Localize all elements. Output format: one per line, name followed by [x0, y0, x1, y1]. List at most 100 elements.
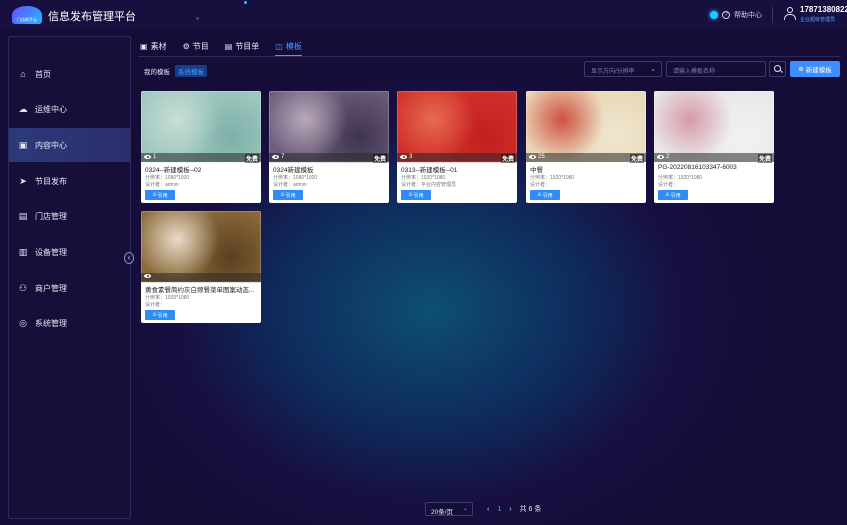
total-count: 共 6 条	[519, 506, 542, 513]
question-icon: ?	[722, 11, 730, 19]
template-thumbnail[interactable]	[397, 91, 517, 162]
free-badge: 免费	[757, 154, 772, 163]
tab-playlist[interactable]: ▤ 节目单	[225, 36, 260, 56]
new-template-button[interactable]: ⊕ 新建模板	[790, 61, 840, 77]
quote-icon: ⊙	[152, 192, 157, 198]
sidebar-item-home[interactable]: ⌂ 首页	[9, 57, 130, 91]
template-thumbnail[interactable]	[654, 91, 774, 162]
next-page-button[interactable]: ›	[509, 506, 511, 513]
use-template-button[interactable]: ⊙ 引用	[530, 190, 560, 200]
settings-icon: ◎	[19, 318, 27, 328]
sidebar-item-system[interactable]: ◎ 系统管理	[9, 306, 130, 340]
resolution-line: 分辨率：1080*1920	[273, 174, 317, 181]
user-phone[interactable]: 17871380822	[800, 5, 847, 14]
tab-program[interactable]: ⚙ 节目	[183, 36, 209, 56]
view-count: 3	[409, 154, 413, 160]
search-button[interactable]	[769, 61, 786, 77]
resolution-line: 分辨率：1920*1080	[401, 174, 445, 181]
template-card[interactable]: 黄食素餐简约灰白频餐菜单图案动态... 分辨率：1920*1080 设计者： ⊙…	[141, 211, 261, 323]
template-name: 0324--新建模板--02	[145, 167, 202, 174]
subtab-my-templates[interactable]: 我的模板	[144, 66, 170, 76]
sidebar-collapse-button[interactable]: ‹	[124, 252, 134, 264]
eye-icon	[272, 155, 279, 159]
quote-icon: ⊙	[537, 192, 542, 198]
subtab-system-templates[interactable]: 系统模板	[175, 65, 207, 77]
sidebar-item-publish[interactable]: ➤ 节目发布	[9, 164, 130, 198]
template-card[interactable]: 3 免费 0313--新建模板--01 分辨率：1920*1080 设计者：平台…	[397, 91, 517, 203]
free-badge: 免费	[372, 154, 387, 163]
use-template-button[interactable]: ⊙ 引用	[145, 190, 175, 200]
sidebar-item-label: 节目发布	[35, 176, 67, 186]
quote-icon: ⊙	[152, 312, 157, 318]
designer-line: 设计者：	[145, 301, 165, 308]
page-size-select[interactable]: 20条/页 ⌄	[425, 502, 473, 516]
template-card[interactable]: 2 免费 PG-20220816103347-6003 分辨率：1920*108…	[654, 91, 774, 203]
template-search-input[interactable]: 请输入模板名称	[666, 61, 766, 77]
resolution-line: 分辨率：1920*1080	[145, 294, 189, 301]
page-number[interactable]: 1	[497, 506, 501, 513]
sidebar-item-ops[interactable]: ☁ 运维中心	[9, 92, 130, 126]
resolution-line: 分辨率：1920*1080	[530, 174, 574, 181]
thumbnail-overlay	[141, 273, 261, 282]
sidebar-item-label: 系统管理	[35, 318, 67, 328]
designer-line: 设计者：	[658, 181, 678, 188]
tab-label: 模板	[285, 41, 302, 51]
template-thumbnail[interactable]	[269, 91, 389, 162]
sidebar-item-device[interactable]: ▥ 设备管理	[9, 235, 130, 269]
use-template-button[interactable]: ⊙ 引用	[401, 190, 431, 200]
template-card[interactable]: 1 免费 0324--新建模板--02 分辨率：1080*1920 设计者：ad…	[141, 91, 261, 203]
thumbnail-overlay	[654, 153, 774, 162]
resolution-value: 1920*1080	[165, 295, 190, 301]
template-thumbnail[interactable]	[141, 211, 261, 282]
pagination: 20条/页 ⌄ ‹ 1 › 共 6 条	[425, 502, 541, 516]
sidebar-item-label: 商户管理	[35, 283, 67, 293]
sidebar: ⌂ 首页 ☁ 运维中心 ▣ 内容中心 ➤ 节目发布 ▤ 门店管理 ▥ 设备管理 …	[8, 36, 131, 519]
sidebar-item-label: 门店管理	[35, 211, 67, 221]
view-count: 25	[538, 154, 545, 160]
tab-label: 节目单	[235, 41, 260, 51]
program-icon: ⚙	[182, 41, 190, 51]
prev-page-button[interactable]: ‹	[487, 506, 489, 513]
resolution-line: 分辨率：1080*1920	[145, 174, 189, 181]
decor-dot	[196, 17, 199, 20]
designer-line: 设计者：admin	[145, 181, 179, 188]
tab-template[interactable]: ◫ 模板	[275, 36, 302, 56]
template-thumbnail[interactable]	[141, 91, 261, 162]
sidebar-item-content[interactable]: ▣ 内容中心	[9, 128, 130, 162]
sidebar-item-merchant[interactable]: ⚇ 商户管理	[9, 271, 130, 305]
sidebar-item-label: 首页	[35, 69, 51, 79]
designer-label: 设计者：	[273, 182, 294, 188]
template-card[interactable]: 7 免费 0324新建模板 分辨率：1080*1920 设计者：admin ⊙ 引…	[269, 91, 389, 203]
free-badge: 免费	[500, 154, 515, 163]
user-icon[interactable]	[784, 7, 796, 21]
divider	[772, 7, 773, 23]
use-template-button[interactable]: ⊙ 引用	[658, 190, 688, 200]
sidebar-item-label: 设备管理	[35, 247, 67, 257]
designer-value: admin	[293, 182, 307, 188]
send-icon: ➤	[19, 176, 27, 186]
playlist-icon: ▤	[224, 41, 233, 51]
use-template-button[interactable]: ⊙ 引用	[145, 310, 175, 320]
views-counter: 25	[529, 154, 545, 160]
tab-material[interactable]: ▣ 素材	[140, 36, 167, 56]
view-count: 2	[666, 154, 670, 160]
use-template-button[interactable]: ⊙ 引用	[273, 190, 303, 200]
quote-icon: ⊙	[665, 192, 670, 198]
help-label: 帮助中心	[734, 12, 762, 19]
template-name: 0313--新建模板--01	[401, 167, 458, 174]
views-counter	[144, 274, 153, 278]
template-card[interactable]: 25 免费 中餐 分辨率：1920*1080 设计者： ⊙ 引用	[526, 91, 646, 203]
sidebar-item-label: 内容中心	[35, 140, 67, 150]
sidebar-item-store[interactable]: ▤ 门店管理	[9, 199, 130, 233]
free-badge: 免费	[244, 154, 259, 163]
direction-resolution-select[interactable]: 显示方向/分辨率 ⌄	[584, 61, 662, 77]
template-thumbnail[interactable]	[526, 91, 646, 162]
app-logo: 门店助手云	[12, 6, 42, 24]
free-badge: 免费	[629, 154, 644, 163]
help-center-link[interactable]: ? 帮助中心	[710, 10, 762, 20]
eye-icon	[657, 155, 664, 159]
use-label: 引用	[157, 192, 168, 199]
thumbnail-overlay	[141, 153, 261, 162]
designer-label: 设计者：	[145, 182, 166, 188]
top-bar: 门店助手云 信息发布管理平台 ? 帮助中心 17871380822 企业超级管理…	[0, 0, 847, 30]
